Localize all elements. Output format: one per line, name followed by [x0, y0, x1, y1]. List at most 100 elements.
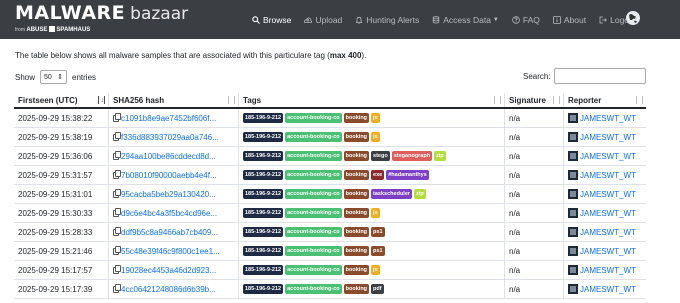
tag-badge[interactable]: booking	[343, 189, 370, 199]
copy-icon[interactable]	[113, 150, 121, 160]
tag-badge[interactable]: account-booking-co	[285, 113, 342, 123]
hash-link[interactable]: d9c6e4bc4a3f5bc4cd96e...	[113, 207, 217, 218]
tag-badge[interactable]: booking	[343, 284, 370, 294]
hash-link[interactable]: 95cacba5beb29a130420...	[113, 188, 216, 199]
tag-badge[interactable]: 185-196-9-212	[243, 227, 284, 237]
tag-badge[interactable]: 185-196-9-212	[243, 151, 284, 161]
signature-cell: n/a	[504, 280, 563, 298]
reporter-link[interactable]: JAMESWT_WT	[568, 246, 636, 256]
tag-badge[interactable]: account-booking-co	[285, 265, 342, 275]
reporter-link[interactable]: JAMESWT_WT	[568, 132, 636, 142]
tag-badge[interactable]: booking	[343, 151, 370, 161]
tag-badge[interactable]: #hadamanthys	[386, 170, 429, 180]
tag-badge[interactable]: account-booking-co	[285, 151, 342, 161]
table-row: 2025-09-29 15:31:57 7b08010f90000aebb4e4f…	[14, 166, 646, 185]
tag-badge[interactable]: ps1	[371, 246, 385, 256]
tag-badge[interactable]: 185-196-9-212	[243, 189, 284, 199]
tag-badge[interactable]: booking	[343, 113, 370, 123]
tag-badge[interactable]: zip	[414, 189, 426, 199]
col-firstseen[interactable]: Firstseen (UTC) ↓	[14, 93, 108, 107]
copy-icon[interactable]	[113, 112, 121, 122]
avatar	[568, 246, 578, 256]
reporter-link[interactable]: JAMESWT_WT	[568, 265, 636, 275]
reporter-link[interactable]: JAMESWT_WT	[568, 151, 636, 161]
tag-badge[interactable]: account-booking-co	[285, 189, 342, 199]
tag-badge[interactable]: booking	[343, 170, 370, 180]
col-signature[interactable]: Signature	[504, 93, 563, 107]
col-reporter[interactable]: Reporter	[563, 93, 646, 107]
hash-link[interactable]: ddf9b5c8a9466ab7cb409...	[113, 226, 218, 237]
tag-badge[interactable]: ps1	[371, 227, 385, 237]
tag-badge[interactable]: account-booking-co	[285, 246, 342, 256]
copy-icon[interactable]	[113, 188, 121, 198]
tag-badge[interactable]: booking	[343, 265, 370, 275]
tag-badge[interactable]: js	[371, 132, 380, 142]
hash-link[interactable]: 19028ec4453a46d2d923...	[113, 264, 216, 275]
brand-logo[interactable]: MALWARE bazaar from ABUSE SPAMHAUS	[15, 2, 188, 34]
reporter-link[interactable]: JAMESWT_WT	[568, 208, 636, 218]
tag-badge[interactable]: taskscheduler	[371, 189, 413, 199]
search-input[interactable]	[554, 68, 646, 84]
hash-link[interactable]: 4cc06421248086d6b39b...	[113, 283, 216, 294]
tag-badge[interactable]: 185-196-9-212	[243, 132, 284, 142]
copy-icon[interactable]	[113, 264, 121, 274]
entries-select[interactable]: 50 ⇕	[40, 70, 68, 84]
hash-link[interactable]: 294aa100be86cddecd8d...	[113, 150, 216, 161]
hash-cell: 294aa100be86cddecd8d...	[108, 147, 238, 165]
brand-name: MALWARE bazaar	[15, 2, 189, 24]
copy-icon[interactable]	[113, 207, 121, 217]
col-sha256[interactable]: SHA256 hash	[108, 93, 238, 107]
upload-icon	[304, 16, 315, 24]
tag-badge[interactable]: steganograph	[391, 151, 433, 161]
tags-cell: 185-196-9-212 account-booking-co booking js	[238, 261, 504, 279]
tag-badge[interactable]: exe	[371, 170, 385, 180]
copy-icon[interactable]	[113, 245, 121, 255]
nav-faq[interactable]: FAQ	[512, 15, 540, 25]
tag-badge[interactable]: 185-196-9-212	[243, 113, 284, 123]
tag-badge[interactable]: stego	[371, 151, 390, 161]
hash-cell: c1091b8e9ae7452bf606f...	[108, 109, 238, 127]
tag-badge[interactable]: 185-196-9-212	[243, 265, 284, 275]
globe-icon[interactable]	[626, 11, 640, 25]
nav-browse[interactable]: Browse	[252, 15, 291, 25]
copy-icon[interactable]	[113, 283, 121, 293]
firstseen-cell: 2025-09-29 15:38:22	[18, 113, 93, 123]
copy-icon[interactable]	[113, 169, 121, 179]
nav-hunting-alerts[interactable]: Hunting Alerts	[355, 15, 419, 25]
tag-badge[interactable]: account-booking-co	[285, 132, 342, 142]
reporter-link[interactable]: JAMESWT_WT	[568, 227, 636, 237]
tag-badge[interactable]: booking	[343, 208, 370, 218]
tag-badge[interactable]: zip	[434, 151, 446, 161]
col-tags[interactable]: Tags	[238, 93, 504, 107]
tag-badge[interactable]: 185-196-9-212	[243, 170, 284, 180]
tag-badge[interactable]: js	[371, 113, 380, 123]
tag-badge[interactable]: account-booking-co	[285, 227, 342, 237]
hash-link[interactable]: c1091b8e9ae7452bf606f...	[113, 112, 216, 123]
nav-access-data[interactable]: Access Data ▼	[432, 15, 499, 25]
tag-badge[interactable]: 185-196-9-212	[243, 246, 284, 256]
tag-badge[interactable]: booking	[343, 246, 370, 256]
tag-badge[interactable]: account-booking-co	[285, 170, 342, 180]
tag-badge[interactable]: account-booking-co	[285, 208, 342, 218]
tag-badge[interactable]: account-booking-co	[285, 284, 342, 294]
tag-badge[interactable]: booking	[343, 132, 370, 142]
reporter-cell: JAMESWT_WT	[563, 185, 646, 203]
copy-icon[interactable]	[113, 131, 121, 141]
reporter-link[interactable]: JAMESWT_WT	[568, 170, 636, 180]
tag-badge[interactable]: pdf	[371, 284, 384, 294]
nav-about[interactable]: About	[552, 15, 586, 25]
tag-badge[interactable]: booking	[343, 227, 370, 237]
reporter-link[interactable]: JAMESWT_WT	[568, 189, 636, 199]
hash-link[interactable]: 55c48e39f46c9f800c1ee1...	[113, 245, 220, 256]
samples-table: Firstseen (UTC) ↓ SHA256 hash Tags Signat…	[14, 93, 646, 299]
tag-badge[interactable]: js	[371, 208, 380, 218]
tag-badge[interactable]: js	[371, 265, 380, 275]
nav-upload[interactable]: Upload	[304, 15, 342, 25]
copy-icon[interactable]	[113, 226, 121, 236]
hash-link[interactable]: 7b08010f90000aebb4e4f...	[113, 169, 217, 180]
hash-link[interactable]: f336d883937029aa0a746...	[113, 131, 219, 142]
tag-badge[interactable]: 185-196-9-212	[243, 284, 284, 294]
tag-badge[interactable]: 185-196-9-212	[243, 208, 284, 218]
reporter-link[interactable]: JAMESWT_WT	[568, 113, 636, 123]
reporter-link[interactable]: JAMESWT_WT	[568, 284, 636, 294]
